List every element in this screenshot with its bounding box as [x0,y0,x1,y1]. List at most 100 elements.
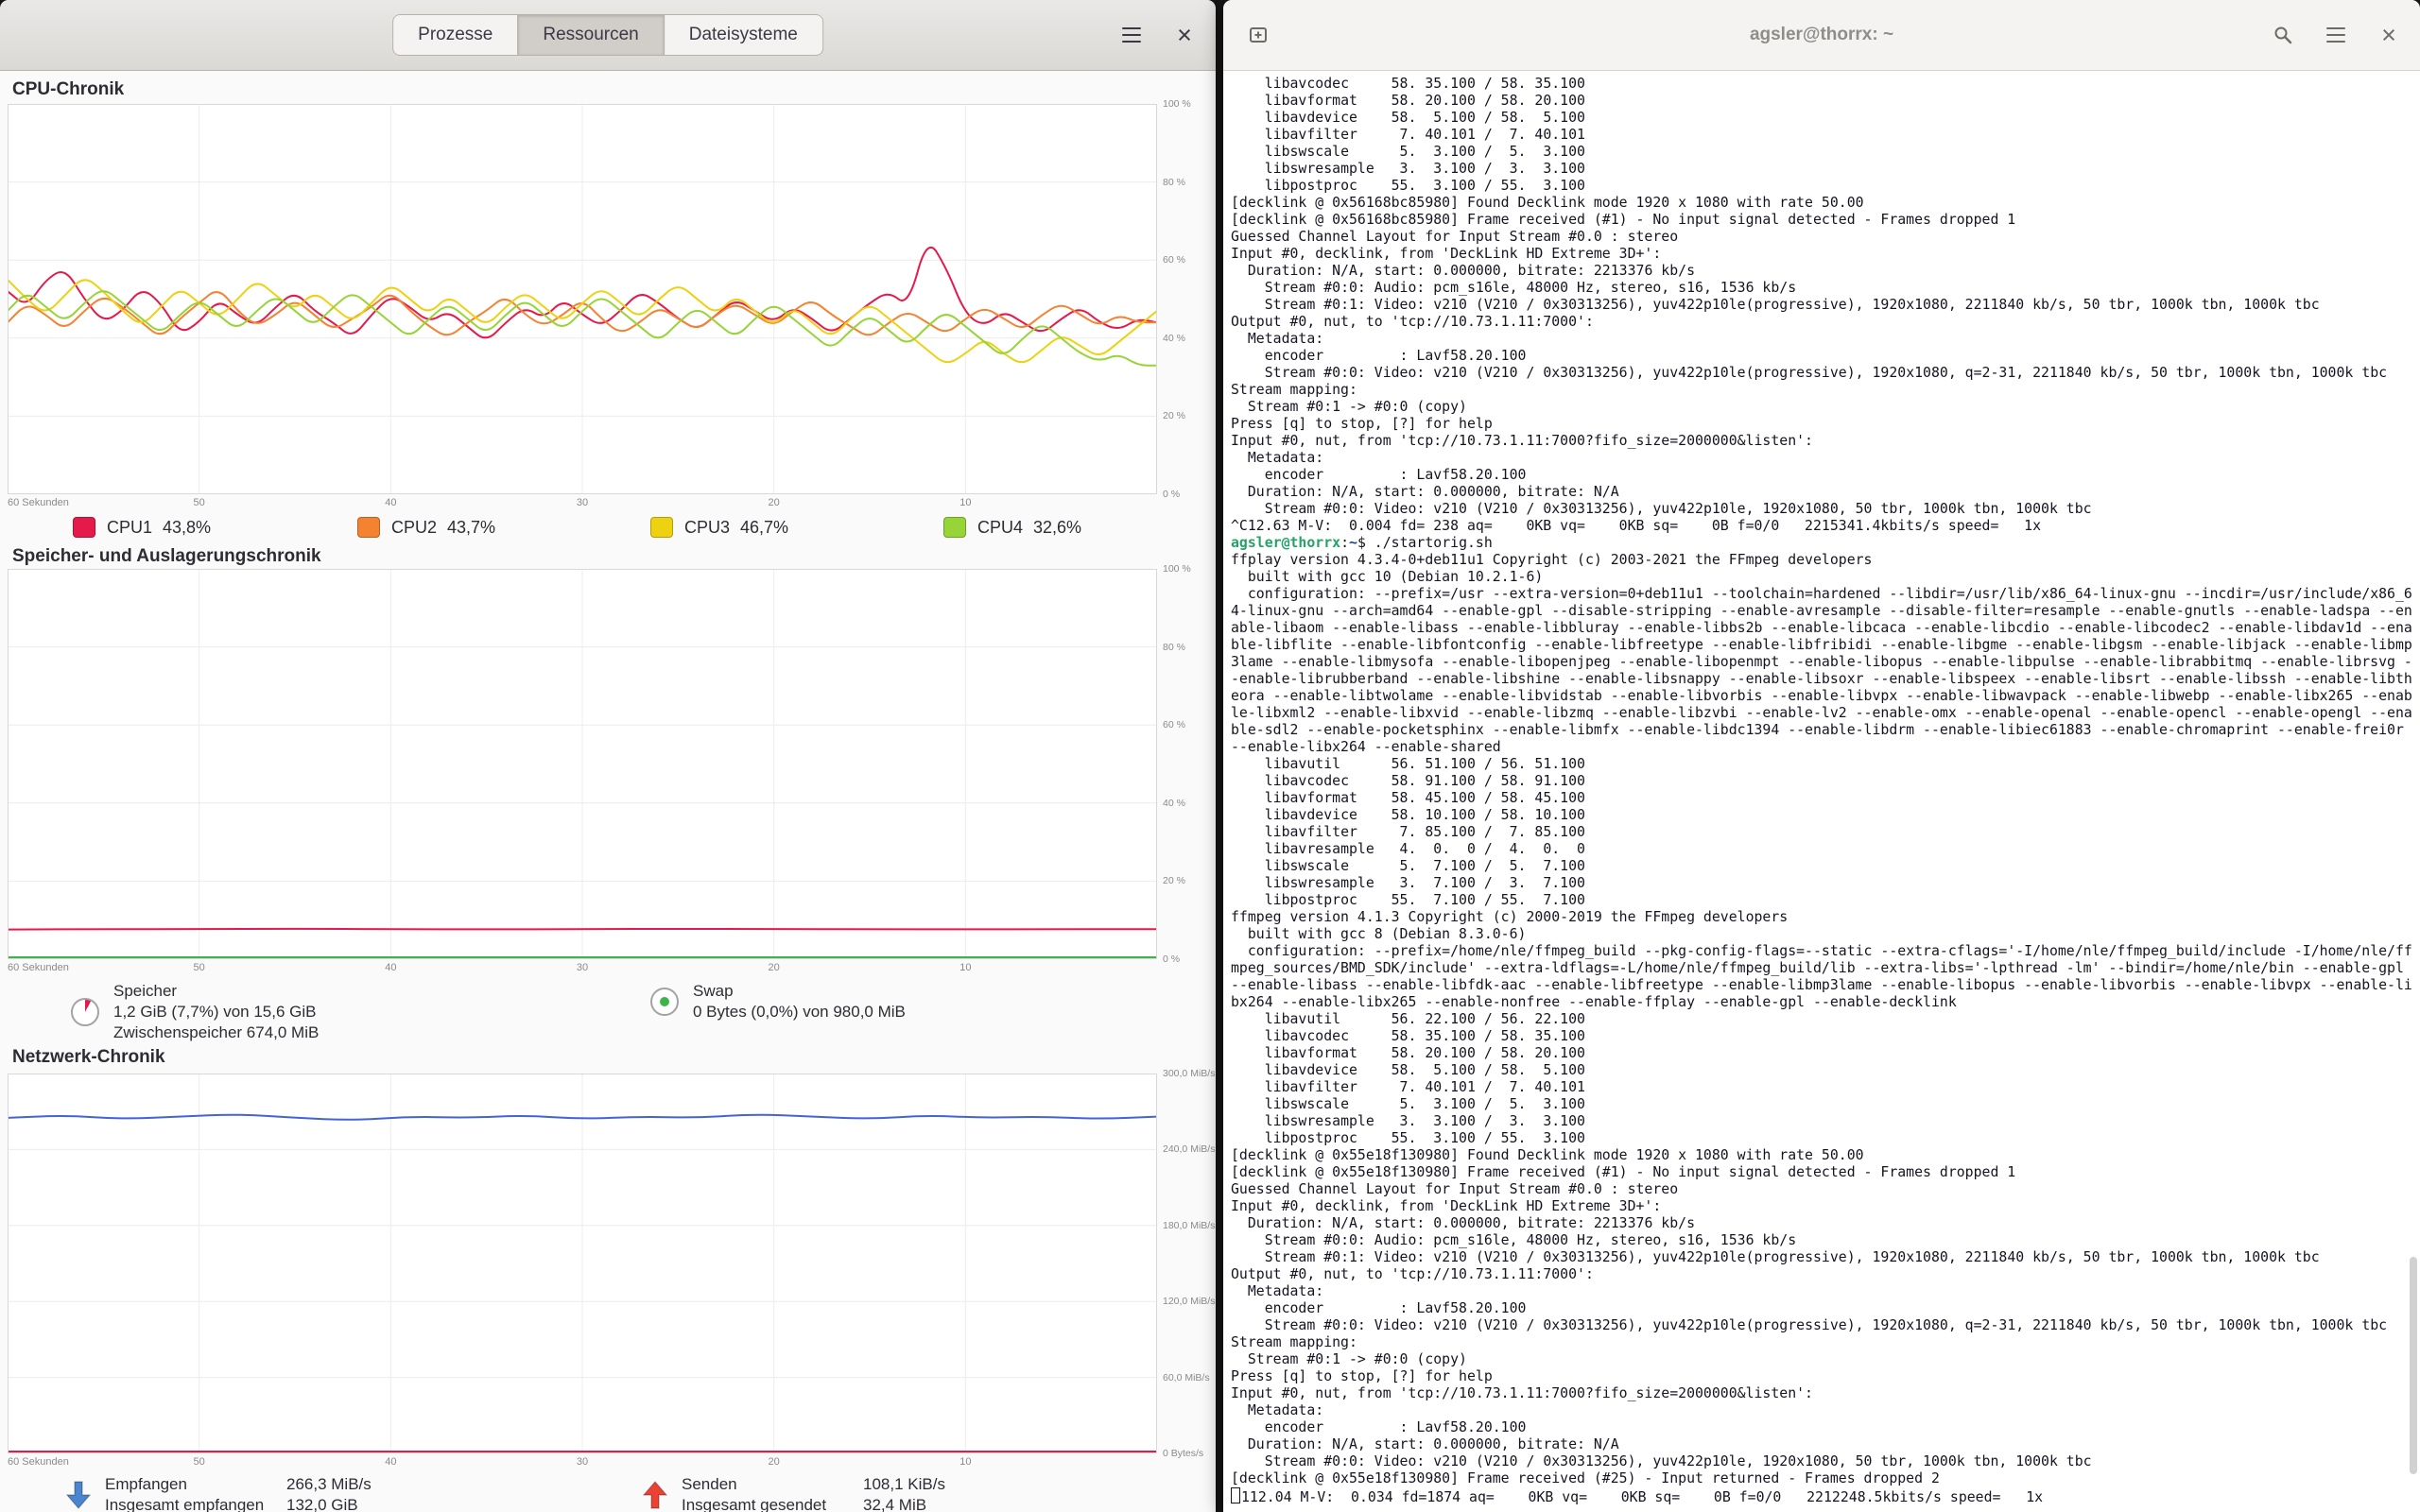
new-tab-button[interactable] [1236,13,1280,57]
y-axis-tick-label: 80 % [1163,642,1185,653]
cpu3-legend-item: CPU3 46,7% [650,515,788,540]
terminal-line: Stream mapping: [1231,1334,2412,1351]
x-axis-tick-label: 10 [959,1456,971,1468]
y-axis-tick-label: 60 % [1163,254,1185,266]
y-axis-tick-label: 60 % [1163,719,1185,730]
tab-ressourcen[interactable]: Ressourcen [517,14,664,56]
terminal-line: Input #0, nut, from 'tcp://10.73.1.11:70… [1231,1385,2412,1402]
tab-dateisysteme[interactable]: Dateisysteme [664,14,823,56]
y-axis-tick-label: 40 % [1163,333,1185,344]
x-axis-tick-label: 40 [385,1456,396,1468]
download-arrow-icon [66,1481,91,1509]
terminal-line: libpostproc 55. 3.100 / 55. 3.100 [1231,1130,2412,1147]
receive-label: Empfangen [105,1474,271,1494]
memory-legend: Speicher 1,2 GiB (7,7%) von 15,6 GiB Zwi… [0,981,1216,1047]
terminal-line: Stream #0:0: Video: v210 (V210 / 0x30313… [1231,365,2412,382]
terminal-line: encoder : Lavf58.20.100 [1231,1419,2412,1436]
cpu3-label: CPU3 [684,518,730,538]
cpu1-color-swatch [73,517,95,538]
new-tab-icon [1249,26,1268,44]
y-axis-tick-label: 240,0 MiB/s [1163,1143,1215,1155]
close-window-button[interactable]: × [1163,13,1206,57]
cpu4-label: CPU4 [977,518,1023,538]
terminal-line: encoder : Lavf58.20.100 [1231,1300,2412,1317]
cpu-x-axis: 60 Sekunden5040302010 [0,494,1216,511]
network-legend: Empfangen 266,3 MiB/s Insgesamt empfange… [0,1474,1216,1512]
terminal-line: Stream #0:1: Video: v210 (V210 / 0x30313… [1231,1249,2412,1266]
receive-total-label: Insgesamt empfangen [105,1495,271,1512]
terminal-line: Metadata: [1231,450,2412,467]
terminal-line: libavcodec 58. 91.100 / 58. 91.100 [1231,773,2412,790]
terminal-line: built with gcc 8 (Debian 8.3.0-6) [1231,926,2412,943]
y-axis-tick-label: 40 % [1163,798,1185,809]
terminal-line: [decklink @ 0x55e18f130980] Frame receiv… [1231,1470,2412,1487]
swap-legend-item: Swap 0 Bytes (0,0%) von 980,0 MiB [650,981,906,1022]
swap-usage-text: 0 Bytes (0,0%) von 980,0 MiB [693,1002,906,1022]
send-total: 32,4 MiB [863,1495,945,1512]
cpu-legend: CPU1 43,8% CPU2 43,7% CPU3 46,7% CPU4 32… [0,515,1216,541]
memory-label: Speicher [113,981,319,1002]
terminal-line: libswresample 3. 7.100 / 3. 7.100 [1231,875,2412,892]
cpu2-value: 43,7% [447,518,495,538]
terminal-line: libswresample 3. 3.100 / 3. 3.100 [1231,1113,2412,1130]
terminal-line: Metadata: [1231,1283,2412,1300]
cpu3-color-swatch [650,517,673,538]
terminal-line: Guessed Channel Layout for Input Stream … [1231,229,2412,246]
terminal-line: Input #0, decklink, from 'DeckLink HD Ex… [1231,1198,2412,1215]
terminal-body[interactable]: libavcodec 58. 35.100 / 58. 35.100 libav… [1223,71,2420,1512]
x-axis-tick-label: 30 [577,962,588,973]
terminal-close-button[interactable]: × [2367,13,2411,57]
terminal-line: Stream #0:0: Audio: pcm_s16le, 48000 Hz,… [1231,1232,2412,1249]
network-x-axis: 60 Sekunden5040302010 [0,1453,1216,1470]
terminal-line: libavfilter 7. 40.101 / 7. 40.101 [1231,127,2412,144]
y-axis-tick-label: 80 % [1163,177,1185,188]
terminal-line: libavformat 58. 20.100 / 58. 20.100 [1231,1045,2412,1062]
terminal-line: libavresample 4. 0. 0 / 4. 0. 0 [1231,841,2412,858]
x-axis-tick-label: 60 Sekunden [8,497,69,508]
memory-x-axis: 60 Sekunden5040302010 [0,959,1216,976]
terminal-line: Input #0, decklink, from 'DeckLink HD Ex… [1231,246,2412,263]
cpu2-label: CPU2 [391,518,437,538]
x-axis-tick-label: 50 [194,962,205,973]
y-axis-tick-label: 100 % [1163,563,1191,575]
terminal-line: Stream #0:1 -> #0:0 (copy) [1231,1351,2412,1368]
terminal-line: libswresample 3. 3.100 / 3. 3.100 [1231,161,2412,178]
terminal-line: libavcodec 58. 35.100 / 58. 35.100 [1231,1028,2412,1045]
y-axis-tick-label: 120,0 MiB/s [1163,1296,1215,1307]
x-axis-tick-label: 30 [577,1456,588,1468]
terminal-line: [decklink @ 0x56168bc85980] Frame receiv… [1231,212,2412,229]
terminal-line: Stream #0:0: Video: v210 (V210 / 0x30313… [1231,1317,2412,1334]
cpu1-legend-item: CPU1 43,8% [73,515,211,540]
system-monitor-window: Prozesse Ressourcen Dateisysteme × CPU-C… [0,0,1216,1512]
hamburger-icon [2326,34,2345,36]
terminal-line: Stream mapping: [1231,382,2412,399]
x-axis-tick-label: 20 [769,962,780,973]
memory-chart-plot [8,569,1157,959]
network-chart-plot [8,1074,1157,1453]
send-total-label: Insgesamt gesendet [682,1495,848,1512]
y-axis-tick-label: 100 % [1163,98,1191,110]
cpu4-legend-item: CPU4 32,6% [943,515,1081,540]
tab-prozesse[interactable]: Prozesse [392,14,518,56]
send-rate: 108,1 KiB/s [863,1474,945,1494]
terminal-scrollbar[interactable] [2410,1257,2417,1474]
terminal-line: 112.04 M-V: 0.034 fd=1874 aq= 0KB vq= 0K… [1231,1487,2412,1506]
search-icon [2273,26,2292,44]
terminal-menu-button[interactable] [2314,13,2358,57]
search-button[interactable] [2261,13,2305,57]
terminal-line: ^C12.63 M-V: 0.004 fd= 238 aq= 0KB vq= 0… [1231,518,2412,535]
terminal-line: libavdevice 58. 10.100 / 58. 10.100 [1231,807,2412,824]
swap-label: Swap [693,981,906,1002]
terminal-line: Stream #0:0: Video: v210 (V210 / 0x30313… [1231,1453,2412,1470]
terminal-window: agsler@thorrx: ~ × libavcodec 58. 35.100… [1223,0,2420,1512]
system-monitor-headerbar[interactable]: Prozesse Ressourcen Dateisysteme × [0,0,1216,71]
terminal-line: Stream #0:0: Video: v210 (V210 / 0x30313… [1231,501,2412,518]
x-axis-tick-label: 20 [769,497,780,508]
terminal-headerbar[interactable]: agsler@thorrx: ~ × [1223,0,2420,71]
terminal-line: libavformat 58. 20.100 / 58. 20.100 [1231,93,2412,110]
terminal-line: libpostproc 55. 7.100 / 55. 7.100 [1231,892,2412,909]
terminal-line: Duration: N/A, start: 0.000000, bitrate:… [1231,484,2412,501]
menu-button[interactable] [1110,13,1153,57]
terminal-line: [decklink @ 0x55e18f130980] Frame receiv… [1231,1164,2412,1181]
terminal-line: [decklink @ 0x55e18f130980] Found Deckli… [1231,1147,2412,1164]
